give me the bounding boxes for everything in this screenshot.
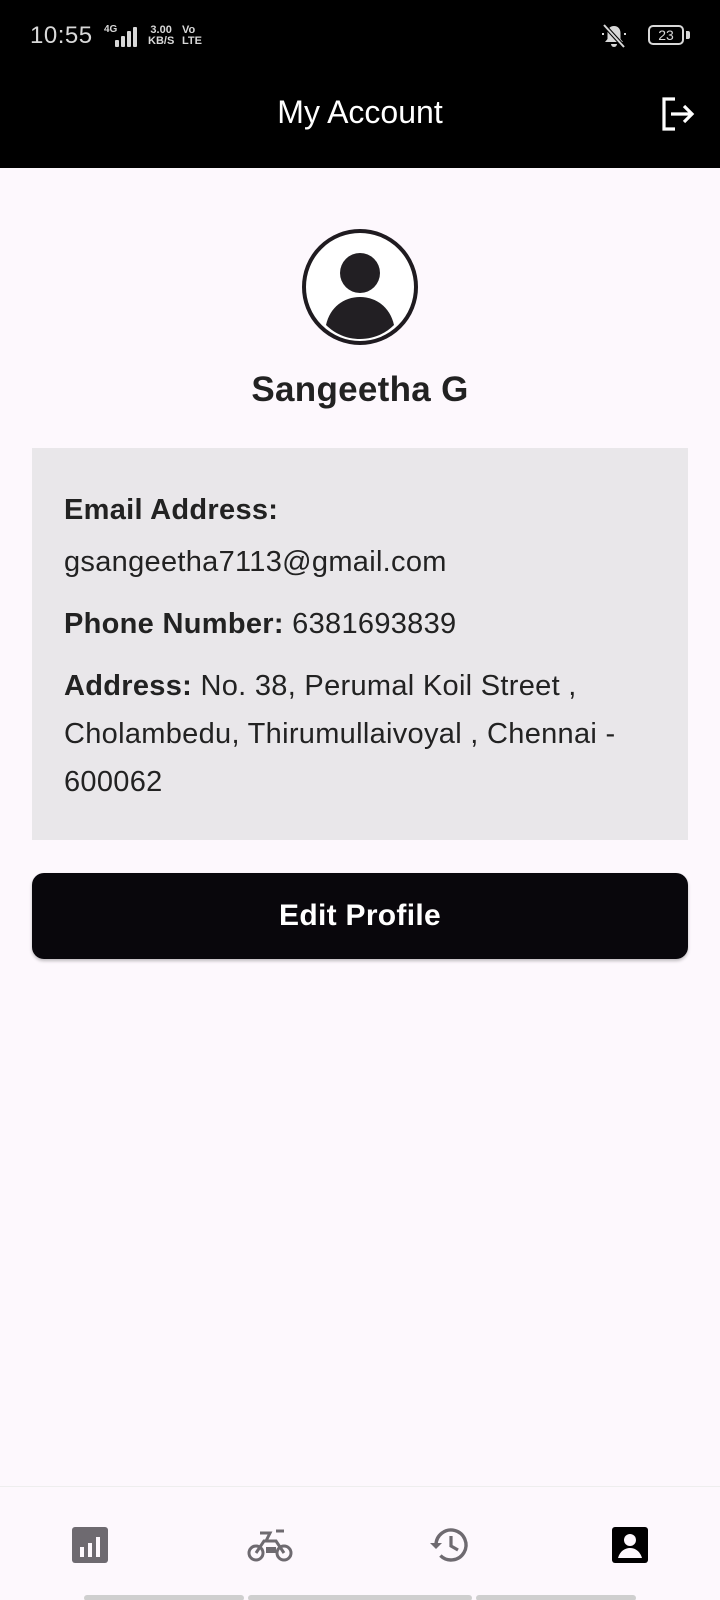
email-row: Email Address: gsangeetha7113@gmail.com [64, 484, 656, 588]
phone-value: 6381693839 [292, 608, 457, 640]
account-circle-icon [326, 253, 394, 339]
nav-item-history[interactable] [428, 1523, 472, 1567]
bar-chart-icon [72, 1527, 108, 1563]
gesture-bar-right [476, 1595, 636, 1600]
nav-item-dashboard[interactable] [68, 1523, 112, 1567]
volte-bottom: LTE [182, 35, 202, 47]
nav-item-account[interactable] [608, 1523, 652, 1567]
status-icons: 23 [600, 22, 690, 50]
battery-tip [686, 31, 690, 39]
status-time: 10:55 [30, 22, 93, 49]
address-row: Address: No. 38, Perumal Koil Street , C… [64, 662, 656, 806]
history-icon [430, 1528, 468, 1562]
logout-button[interactable] [658, 94, 698, 134]
status-bar: 10:55 4G 3.00 KB/S Vo LTE 23 [0, 0, 720, 70]
page-title: My Account [277, 94, 443, 130]
battery-level: 23 [658, 27, 674, 43]
phone-row: Phone Number: 6381693839 [64, 598, 656, 650]
phone-label: Phone Number: [64, 608, 284, 640]
address-label: Address: [64, 670, 193, 702]
volte-indicator: Vo LTE [182, 25, 202, 47]
battery-icon: 23 [648, 25, 684, 45]
email-label: Email Address: [64, 494, 279, 526]
account-box-icon [612, 1527, 648, 1563]
network-speed: 3.00 KB/S [148, 25, 174, 47]
signal-icon [111, 25, 143, 47]
nav-item-vehicle[interactable] [246, 1523, 293, 1567]
profile-name: Sangeetha G [251, 370, 469, 409]
vehicle-icon [247, 1529, 293, 1562]
network-speed-unit: KB/S [148, 35, 175, 47]
edit-profile-button[interactable]: Edit Profile [32, 873, 688, 959]
gesture-bar-center [248, 1595, 472, 1600]
bell-muted-icon [602, 23, 626, 49]
screen: 10:55 4G 3.00 KB/S Vo LTE 23 My Account … [0, 0, 720, 1600]
app-bar: My Account [0, 70, 720, 168]
avatar [302, 229, 418, 345]
gesture-bar-left [84, 1595, 244, 1600]
email-value: gsangeetha7113@gmail.com [64, 546, 447, 578]
bottom-navigation [0, 1486, 720, 1600]
account-details-card: Email Address: gsangeetha7113@gmail.com … [32, 448, 688, 840]
logout-icon [662, 97, 695, 131]
